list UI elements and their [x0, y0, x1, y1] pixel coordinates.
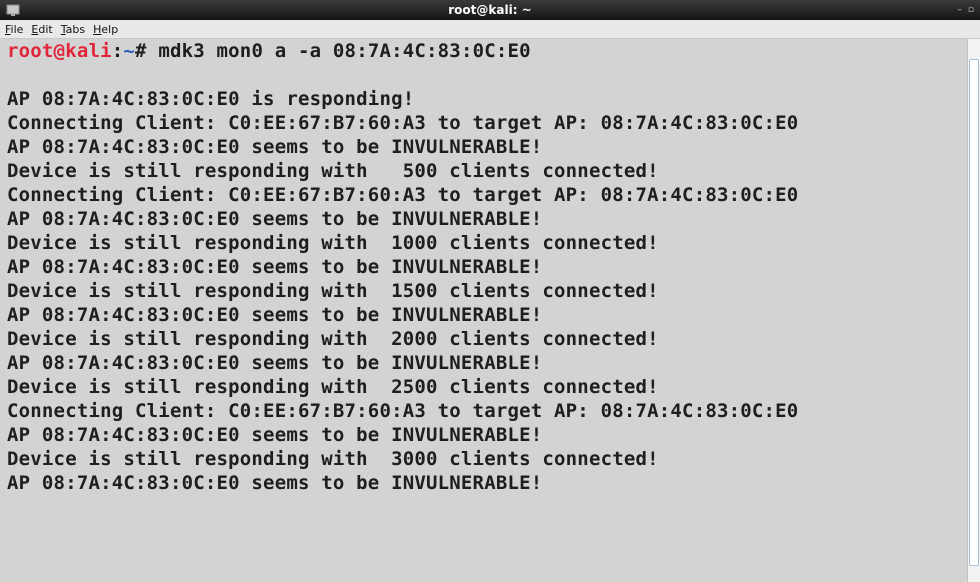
terminal-window: root@kali: ~ – ▫ File Edit Tabs Help roo… — [0, 0, 980, 582]
title-bar[interactable]: root@kali: ~ – ▫ — [0, 0, 980, 20]
output-line: Device is still responding with 500 clie… — [7, 160, 659, 182]
prompt-user-host: root@kali — [7, 40, 112, 62]
output-line: AP 08:7A:4C:83:0C:E0 is responding! — [7, 88, 415, 110]
menu-edit[interactable]: Edit — [31, 23, 52, 36]
output-line: Device is still responding with 2000 cli… — [7, 328, 659, 350]
output-line: AP 08:7A:4C:83:0C:E0 seems to be INVULNE… — [7, 472, 543, 494]
prompt-symbol: # — [135, 40, 159, 62]
output-line: Device is still responding with 1500 cli… — [7, 280, 659, 302]
output-line: AP 08:7A:4C:83:0C:E0 seems to be INVULNE… — [7, 304, 543, 326]
terminal-output-area[interactable]: root@kali:~# mdk3 mon0 a -a 08:7A:4C:83:… — [0, 39, 968, 582]
output-line: Connecting Client: C0:EE:67:B7:60:A3 to … — [7, 184, 799, 206]
prompt-separator: : — [111, 40, 124, 62]
maximize-button[interactable]: ▫ — [968, 5, 974, 15]
menu-tabs[interactable]: Tabs — [61, 23, 85, 36]
output-line: AP 08:7A:4C:83:0C:E0 seems to be INVULNE… — [7, 256, 543, 278]
output-line: AP 08:7A:4C:83:0C:E0 seems to be INVULNE… — [7, 208, 543, 230]
minimize-button[interactable]: – — [957, 5, 962, 15]
menu-help[interactable]: Help — [93, 23, 118, 36]
window-title: root@kali: ~ — [448, 3, 532, 17]
menu-bar: File Edit Tabs Help — [0, 20, 980, 39]
output-line: Device is still responding with 1000 cli… — [7, 232, 659, 254]
menu-file[interactable]: File — [5, 23, 23, 36]
prompt-path: ~ — [123, 40, 136, 62]
output-line: Connecting Client: C0:EE:67:B7:60:A3 to … — [7, 112, 799, 134]
output-line: Connecting Client: C0:EE:67:B7:60:A3 to … — [7, 400, 799, 422]
output-line: AP 08:7A:4C:83:0C:E0 seems to be INVULNE… — [7, 136, 543, 158]
scrollbar-thumb[interactable] — [969, 59, 979, 566]
prompt-line: root@kali:~# mdk3 mon0 a -a 08:7A:4C:83:… — [7, 39, 531, 63]
output-line: AP 08:7A:4C:83:0C:E0 seems to be INVULNE… — [7, 352, 543, 374]
output-line: Device is still responding with 3000 cli… — [7, 448, 659, 470]
output-line: AP 08:7A:4C:83:0C:E0 seems to be INVULNE… — [7, 424, 543, 446]
output-line: Device is still responding with 2500 cli… — [7, 376, 659, 398]
prompt-command: mdk3 mon0 a -a 08:7A:4C:83:0C:E0 — [158, 40, 531, 62]
vertical-scrollbar[interactable] — [967, 39, 980, 582]
